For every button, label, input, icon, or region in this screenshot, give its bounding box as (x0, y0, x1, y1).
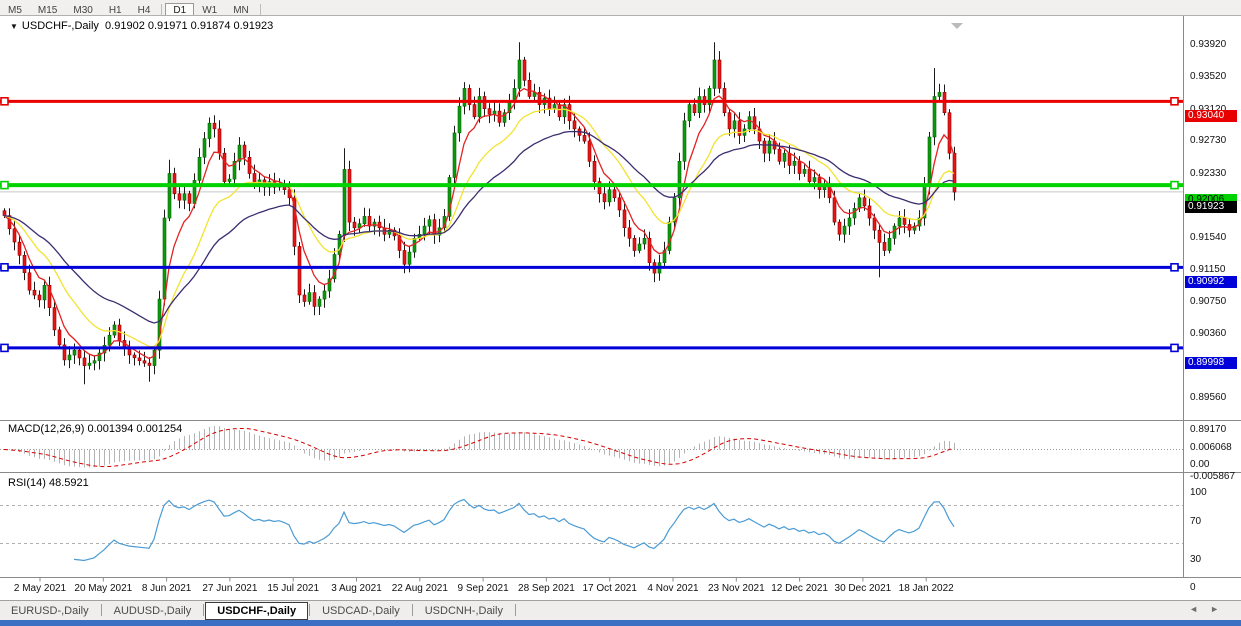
rsi-scale-tick: 30 (1190, 554, 1201, 565)
hline-price-label: 0.89998 (1185, 357, 1237, 369)
macd-scale-tick: 0.00 (1190, 459, 1209, 470)
hline-anchor[interactable] (1, 344, 8, 351)
tab-separator (309, 604, 310, 616)
mid-ma-line (4, 109, 954, 347)
tabs-scroll-left-icon[interactable]: ◄ (1189, 604, 1210, 614)
date-tick-label: 8 Jun 2021 (142, 583, 192, 594)
chart-tab-usdcad[interactable]: USDCAD-,Daily (311, 602, 411, 619)
price-tick: 0.89560 (1190, 392, 1226, 403)
price-tick: 0.92330 (1190, 168, 1226, 179)
slow-ma-line (4, 132, 954, 324)
hline-anchor[interactable] (1171, 98, 1178, 105)
toolbar-separator (161, 4, 162, 15)
date-tick-label: 9 Sep 2021 (458, 583, 509, 594)
price-tick: 0.91150 (1190, 264, 1225, 275)
date-tick-label: 18 Jan 2022 (899, 583, 954, 594)
chart-symbol-title: ▼ USDCHF-,Daily 0.91902 0.91971 0.91874 0… (10, 20, 273, 32)
fast-ma-line (4, 89, 954, 359)
date-tick-label: 12 Dec 2021 (771, 583, 828, 594)
price-tick: 0.91540 (1190, 232, 1226, 243)
chart-plot-area[interactable] (0, 15, 1241, 600)
hline-price-label: 0.93040 (1185, 110, 1237, 122)
timeframe-toolbar: M5M15M30H1H4D1W1MN (0, 0, 1241, 16)
chart-tabs: EURUSD-,DailyAUDUSD-,DailyUSDCHF-,DailyU… (0, 600, 1241, 621)
hline-anchor[interactable] (1, 182, 8, 189)
price-tick: 0.89170 (1190, 424, 1226, 435)
symbol-name: USDCHF-,Daily (22, 20, 99, 32)
macd-indicator-label: MACD(12,26,9) 0.001394 0.001254 (8, 423, 182, 435)
hline-anchor[interactable] (1, 264, 8, 271)
status-strip (0, 620, 1241, 626)
date-tick-label: 4 Nov 2021 (647, 583, 698, 594)
chart-shift-marker-icon[interactable] (951, 23, 963, 29)
price-tick: 0.90360 (1190, 328, 1226, 339)
price-tick: 0.93920 (1190, 39, 1226, 50)
symbol-collapse-icon[interactable]: ▼ (10, 22, 18, 31)
chart-tab-audusd[interactable]: AUDUSD-,Daily (103, 602, 203, 619)
rsi-indicator-label: RSI(14) 48.5921 (8, 477, 89, 489)
hline-price-label: 0.90992 (1185, 276, 1237, 288)
rsi-scale-tick: 0 (1190, 582, 1196, 593)
date-tick-label: 22 Aug 2021 (392, 583, 448, 594)
rsi-scale-tick: 70 (1190, 516, 1201, 527)
macd-scale-tick: 0.006068 (1190, 442, 1232, 453)
date-tick-label: 23 Nov 2021 (708, 583, 765, 594)
macd-scale-tick: -0.005867 (1190, 471, 1235, 482)
date-tick-label: 27 Jun 2021 (202, 583, 257, 594)
tab-separator (412, 604, 413, 616)
tab-separator (101, 604, 102, 616)
date-tick-label: 20 May 2021 (74, 583, 132, 594)
rsi-scale-tick: 100 (1190, 487, 1207, 498)
tabs-scroll-right-icon[interactable]: ► (1210, 604, 1231, 614)
tab-separator (203, 604, 204, 616)
hline-anchor[interactable] (1171, 344, 1178, 351)
date-tick-label: 28 Sep 2021 (518, 583, 575, 594)
mt4-window: M5M15M30H1H4D1W1MN ▼ USDCHF-,Daily 0.9190… (0, 0, 1241, 626)
hline-anchor[interactable] (1171, 182, 1178, 189)
chart-tab-usdchf[interactable]: USDCHF-,Daily (205, 602, 308, 620)
rsi-line (74, 500, 954, 561)
chart-tab-eurusd[interactable]: EURUSD-,Daily (0, 602, 100, 619)
date-tick-label: 17 Oct 2021 (582, 583, 636, 594)
tab-separator (515, 604, 516, 616)
hline-anchor[interactable] (1171, 264, 1178, 271)
price-tick: 0.92730 (1190, 135, 1226, 146)
date-tick-label: 3 Aug 2021 (331, 583, 382, 594)
toolbar-separator (260, 4, 261, 15)
chart-tab-usdcnh[interactable]: USDCNH-,Daily (414, 602, 514, 619)
price-tick: 0.90750 (1190, 296, 1226, 307)
date-tick-label: 15 Jul 2021 (267, 583, 319, 594)
symbol-ohlc-values: 0.91902 0.91971 0.91874 0.91923 (105, 20, 273, 32)
date-tick-label: 2 May 2021 (14, 583, 66, 594)
current-price-label: 0.91923 (1185, 201, 1237, 213)
chart-window: ▼ USDCHF-,Daily 0.91902 0.91971 0.91874 0… (0, 15, 1241, 600)
price-tick: 0.93520 (1190, 71, 1226, 82)
date-tick-label: 30 Dec 2021 (835, 583, 892, 594)
hline-anchor[interactable] (1, 98, 8, 105)
